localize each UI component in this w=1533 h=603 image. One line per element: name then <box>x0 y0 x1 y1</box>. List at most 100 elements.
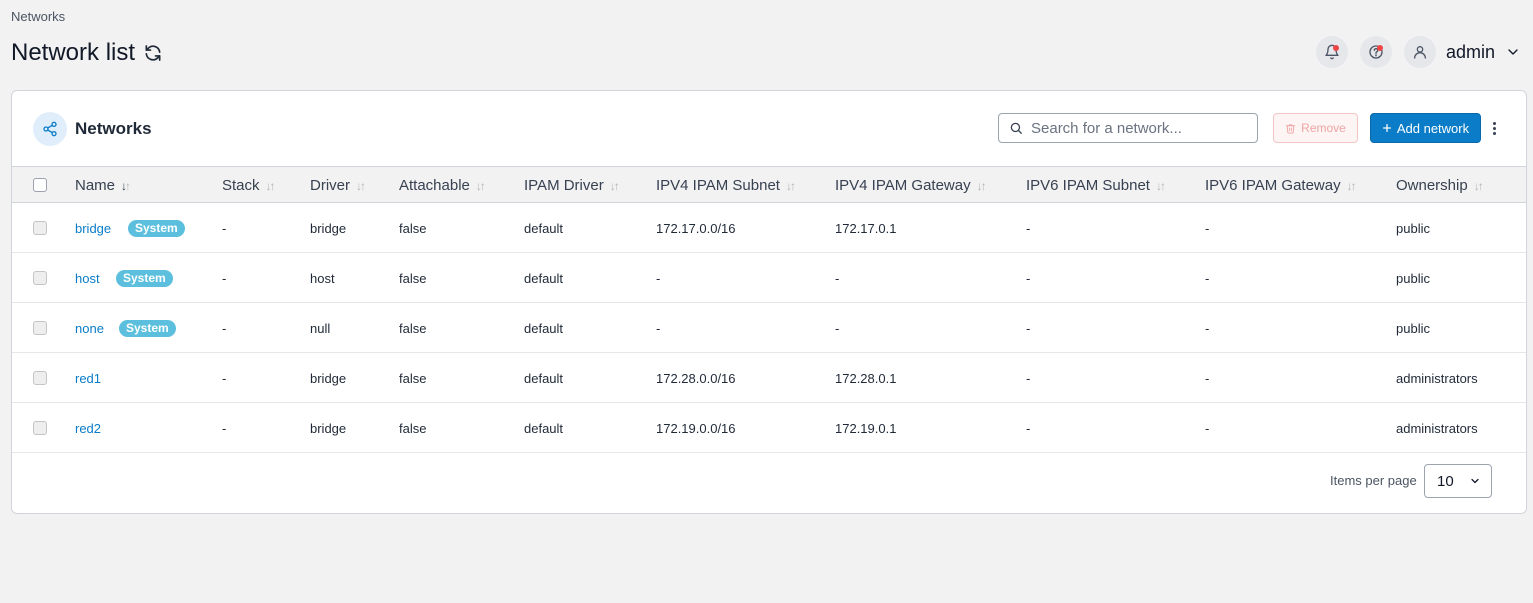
network-name-link[interactable]: red2 <box>75 421 101 436</box>
cell-attachable: false <box>399 271 427 286</box>
cell-stack: - <box>222 321 227 336</box>
cell-attachable: false <box>399 321 427 336</box>
chevron-down-icon <box>1508 49 1518 55</box>
notification-dot <box>1332 45 1339 51</box>
sort-icon: ↓↑ <box>976 178 987 193</box>
breadcrumb[interactable]: Networks <box>11 9 65 24</box>
sort-icon: ↓↑ <box>265 178 276 193</box>
column-header-ipv6-subnet[interactable]: IPV6 IPAM Subnet ↓↑ <box>1026 177 1166 194</box>
chevron-down-icon <box>1471 478 1479 484</box>
column-header-ipv4-subnet[interactable]: IPV4 IPAM Subnet ↓↑ <box>656 177 796 194</box>
notifications-button[interactable] <box>1315 36 1348 68</box>
cell-ownership: administrators <box>1396 371 1478 386</box>
column-header-ipv6-gateway[interactable]: IPV6 IPAM Gateway ↓↑ <box>1205 177 1357 194</box>
cell-driver: host <box>310 271 335 286</box>
cell-attachable: false <box>399 371 427 386</box>
select-all-checkbox[interactable] <box>33 178 47 192</box>
cell-ipam-driver: default <box>524 321 564 336</box>
table-row: bridge System - bridge false default 172… <box>12 203 1526 253</box>
remove-label: Remove <box>1301 121 1346 135</box>
cell-ipv6-gateway: - <box>1205 271 1210 286</box>
sort-icon: ↓↑ <box>1346 178 1357 193</box>
cell-ipam-driver: default <box>524 371 564 386</box>
add-network-button[interactable]: Add network <box>1370 113 1481 143</box>
cell-ipv4-subnet: 172.17.0.0/16 <box>656 221 736 236</box>
cell-ownership: public <box>1396 221 1430 236</box>
search-input[interactable] <box>1031 119 1241 137</box>
column-header-driver[interactable]: Driver ↓↑ <box>310 177 366 194</box>
avatar <box>1403 36 1436 68</box>
search-box <box>998 113 1258 143</box>
sort-icon: ↓↑ <box>609 178 620 193</box>
plus-icon <box>1382 124 1391 132</box>
cell-ipv4-subnet: - <box>656 271 661 286</box>
table-footer: Items per page 10 <box>12 453 1526 513</box>
topbar-actions: admin <box>1315 36 1521 68</box>
column-header-attachable[interactable]: Attachable ↓↑ <box>399 177 486 194</box>
sort-icon: ↓↑ <box>356 178 366 193</box>
search-icon <box>1010 122 1022 134</box>
remove-button[interactable]: Remove <box>1273 113 1358 143</box>
cell-ownership: public <box>1396 321 1430 336</box>
row-checkbox[interactable] <box>33 321 47 335</box>
sort-icon: ↓↑ <box>1155 178 1166 193</box>
page-title-text: Network list <box>11 39 136 66</box>
column-header-ownership[interactable]: Ownership ↓↑ <box>1396 177 1484 194</box>
cell-ipv6-subnet: - <box>1026 221 1031 236</box>
cell-ipv6-gateway: - <box>1205 421 1210 436</box>
help-button[interactable] <box>1359 36 1392 68</box>
card-title: Networks <box>75 119 152 138</box>
more-options-icon[interactable] <box>1488 118 1500 138</box>
system-badge: System <box>116 270 173 287</box>
table-header: Name ↓↑ Stack ↓↑ Driver ↓↑ Attachable ↓↑ IPA… <box>12 166 1526 203</box>
network-name-link[interactable]: none <box>75 321 104 336</box>
cell-ipv6-gateway: - <box>1205 221 1210 236</box>
cell-attachable: false <box>399 421 427 436</box>
sort-icon: ↓↑ <box>121 178 131 193</box>
sort-icon: ↓↑ <box>785 178 796 193</box>
sort-icon: ↓↑ <box>1473 178 1484 193</box>
card-header: Networks Remove Add network <box>12 91 1526 166</box>
cell-ipv6-subnet: - <box>1026 271 1031 286</box>
column-header-ipam-driver[interactable]: IPAM Driver ↓↑ <box>524 177 620 194</box>
username: admin <box>1445 41 1495 62</box>
cell-ipv4-subnet: - <box>656 321 661 336</box>
row-checkbox[interactable] <box>33 221 47 235</box>
column-header-name[interactable]: Name ↓↑ <box>75 177 131 194</box>
cell-stack: - <box>222 271 227 286</box>
network-name-link[interactable]: red1 <box>75 371 101 386</box>
cell-ipv4-gateway: 172.28.0.1 <box>835 371 897 386</box>
cell-ownership: public <box>1396 271 1430 286</box>
items-per-page-select[interactable]: 10 <box>1424 464 1492 498</box>
cell-stack: - <box>222 371 227 386</box>
cell-ipv4-gateway: - <box>835 271 840 286</box>
column-header-stack[interactable]: Stack ↓↑ <box>222 177 276 194</box>
row-checkbox[interactable] <box>33 421 47 435</box>
items-per-page-value: 10 <box>1437 472 1454 490</box>
system-badge: System <box>119 320 176 337</box>
trash-icon <box>1286 123 1296 134</box>
user-menu[interactable]: admin <box>1403 36 1521 68</box>
cell-ipv4-subnet: 172.19.0.0/16 <box>656 421 736 436</box>
row-checkbox[interactable] <box>33 271 47 285</box>
cell-ipv4-gateway: 172.19.0.1 <box>835 421 897 436</box>
cell-ipv6-gateway: - <box>1205 371 1210 386</box>
table-row: host System - host false default - - - -… <box>12 253 1526 303</box>
cell-ipv6-subnet: - <box>1026 321 1031 336</box>
cell-driver: bridge <box>310 371 347 386</box>
network-name-link[interactable]: host <box>75 271 100 286</box>
networks-card: Networks Remove Add network Name↓↑ <box>11 90 1527 514</box>
column-header-ipv4-gateway[interactable]: IPV4 IPAM Gateway ↓↑ <box>835 177 987 194</box>
help-dot <box>1376 45 1383 51</box>
add-network-label: Add network <box>1396 120 1470 136</box>
networks-icon <box>33 112 67 146</box>
cell-driver: null <box>310 321 331 336</box>
cell-ipv6-subnet: - <box>1026 421 1031 436</box>
system-badge: System <box>128 220 185 237</box>
network-name-link[interactable]: bridge <box>75 221 111 236</box>
refresh-icon[interactable] <box>143 43 163 63</box>
cell-ipam-driver: default <box>524 271 564 286</box>
cell-ipv6-subnet: - <box>1026 371 1031 386</box>
page-title: Network list <box>11 39 163 67</box>
row-checkbox[interactable] <box>33 371 47 385</box>
